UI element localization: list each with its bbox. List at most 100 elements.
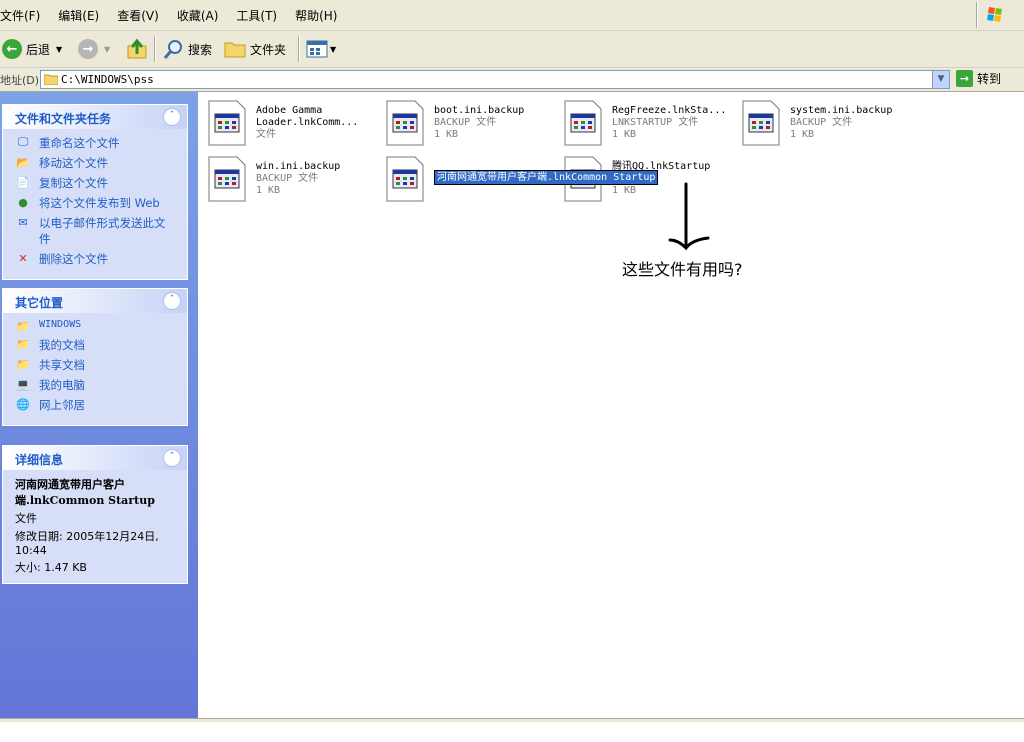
back-arrow-icon: ← <box>2 39 22 59</box>
file-list[interactable]: Adobe Gamma Loader.lnkComm... 文件 boot.ini… <box>198 92 1024 718</box>
views-button[interactable]: ▼ <box>306 37 336 61</box>
copy-icon: 📄 <box>16 175 30 189</box>
details-filename: 河南网通宽带用户客户端.lnkCommon Startup <box>15 478 155 507</box>
move-icon: 📂 <box>16 155 30 169</box>
views-icon <box>306 40 328 58</box>
toolbar-separator <box>154 36 155 62</box>
go-arrow-icon: → <box>956 70 973 87</box>
file-size: 1 KB <box>434 129 459 140</box>
forward-button[interactable]: → ▼ <box>78 37 110 61</box>
search-icon <box>163 40 182 59</box>
file-icon <box>386 156 424 202</box>
folder-icon: 📁 <box>16 319 30 333</box>
file-name: Adobe Gamma Loader.lnkComm... <box>256 105 359 128</box>
menu-favorites[interactable]: 收藏(A) <box>177 7 219 24</box>
other-places-panel: 其它位置 ˆ 📁 WINDOWS 📁 我的文档 📁 共享文档 💻 我的电脑 🌐 网上邻居 <box>2 288 188 426</box>
task-delete[interactable]: ✕ 删除这个文件 <box>15 251 177 267</box>
windows-logo-icon <box>977 2 1014 28</box>
folder-icon <box>44 74 58 85</box>
collapse-icon[interactable]: ˆ <box>163 292 181 310</box>
details-size: 大小: 1.47 KB <box>15 561 87 574</box>
folder-icon <box>224 42 246 58</box>
rename-input[interactable]: 河南网通宽带用户客户端.lnkCommon Startup <box>434 170 659 185</box>
forward-arrow-icon: → <box>78 39 98 59</box>
search-button[interactable]: 搜索 <box>162 37 212 61</box>
back-button[interactable]: ← 后退 ▼ <box>2 37 62 61</box>
address-bar: 地址(D) C:\WINDOWS\pss ▼ → 转到 <box>0 68 1024 92</box>
file-type: BACKUP 文件 <box>434 117 497 128</box>
file-item[interactable]: Adobe Gamma Loader.lnkComm... 文件 <box>198 95 368 147</box>
address-dropdown-button[interactable]: ▼ <box>932 71 949 88</box>
annotation-arrow-icon <box>668 182 710 251</box>
task-rename[interactable]: 🖵 重命名这个文件 <box>15 135 177 151</box>
collapse-icon[interactable]: ˆ <box>163 108 181 126</box>
details-panel: 详细信息 ˆ 河南网通宽带用户客户端.lnkCommon Startup 文件 … <box>2 445 188 584</box>
folders-button[interactable]: 文件夹 <box>224 37 286 61</box>
chevron-down-icon: ▼ <box>330 44 337 54</box>
file-icon <box>208 100 246 146</box>
file-name: RegFreeze.lnkSta... <box>612 105 727 116</box>
place-my-computer[interactable]: 💻 我的电脑 <box>15 377 177 393</box>
file-type: 文件 <box>256 129 276 140</box>
collapse-icon[interactable]: ˆ <box>163 449 181 467</box>
go-button[interactable]: → 转到 <box>956 70 1001 87</box>
file-type: BACKUP 文件 <box>256 173 319 184</box>
file-icon <box>564 100 602 146</box>
file-item[interactable]: boot.ini.backup BACKUP 文件 1 KB <box>376 95 546 147</box>
task-publish-web[interactable]: ● 将这个文件发布到 Web <box>15 195 177 211</box>
menu-view[interactable]: 查看(V) <box>117 7 159 24</box>
address-input[interactable]: C:\WINDOWS\pss ▼ <box>40 70 950 89</box>
task-email[interactable]: ✉ 以电子邮件形式发送此文件 <box>15 215 177 247</box>
file-icon <box>742 100 780 146</box>
task-copy[interactable]: 📄 复制这个文件 <box>15 175 177 191</box>
file-size: 1 KB <box>612 129 637 140</box>
place-shared-documents[interactable]: 📁 共享文档 <box>15 357 177 373</box>
file-name: win.ini.backup <box>256 161 341 172</box>
address-label: 地址(D) <box>0 74 40 87</box>
menu-tools[interactable]: 工具(T) <box>236 7 277 24</box>
other-places-header[interactable]: 其它位置 ˆ <box>3 289 187 313</box>
network-icon: 🌐 <box>16 397 30 411</box>
menu-edit[interactable]: 编辑(E) <box>58 7 99 24</box>
globe-icon: ● <box>18 195 28 209</box>
chevron-down-icon[interactable]: ▼ <box>56 45 62 54</box>
place-network[interactable]: 🌐 网上邻居 <box>15 397 177 413</box>
file-name: system.ini.backup <box>790 105 893 116</box>
up-folder-icon <box>127 38 147 59</box>
file-name: boot.ini.backup <box>434 105 525 116</box>
file-item[interactable]: RegFreeze.lnkSta... LNKSTARTUP 文件 1 KB <box>554 95 727 147</box>
rename-icon: 🖵 <box>17 135 29 148</box>
place-windows[interactable]: 📁 WINDOWS <box>15 319 177 333</box>
file-tasks-panel: 文件和文件夹任务 ˆ 🖵 重命名这个文件 📂 移动这个文件 📄 复制这个文件 ● 将这个… <box>2 104 188 280</box>
documents-folder-icon: 📁 <box>16 337 30 351</box>
toolbar-separator <box>298 36 299 62</box>
email-icon: ✉ <box>18 215 28 229</box>
details-type: 文件 <box>15 512 37 525</box>
file-type: LNKSTARTUP 文件 <box>612 117 699 128</box>
menu-file[interactable]: 文件(F) <box>0 7 40 24</box>
details-header[interactable]: 详细信息 ˆ <box>3 446 187 470</box>
details-modified: 修改日期: 2005年12月24日, 10:44 <box>15 530 159 557</box>
address-path: C:\WINDOWS\pss <box>61 73 154 86</box>
task-move[interactable]: 📂 移动这个文件 <box>15 155 177 171</box>
file-item[interactable]: win.ini.backup BACKUP 文件 1 KB <box>198 151 368 203</box>
file-icon <box>386 100 424 146</box>
file-icon <box>208 156 246 202</box>
menu-bar: 文件(F) 编辑(E) 查看(V) 收藏(A) 工具(T) 帮助(H) <box>0 0 1024 31</box>
toolbar: ← 后退 ▼ → ▼ 搜索 文件夹 ▼ <box>0 31 1024 68</box>
bottom-strip <box>0 722 1024 742</box>
file-type: BACKUP 文件 <box>790 117 853 128</box>
annotation-text: 这些文件有用吗? <box>622 260 743 279</box>
computer-icon: 💻 <box>16 377 30 391</box>
up-folder-button[interactable] <box>126 37 148 61</box>
menu-help[interactable]: 帮助(H) <box>295 7 337 24</box>
shared-folder-icon: 📁 <box>16 357 30 371</box>
chevron-down-icon[interactable]: ▼ <box>104 45 110 54</box>
file-item[interactable]: system.ini.backup BACKUP 文件 1 KB <box>732 95 902 147</box>
task-pane: 文件和文件夹任务 ˆ 🖵 重命名这个文件 📂 移动这个文件 📄 复制这个文件 ● 将这个… <box>0 92 198 718</box>
file-tasks-header[interactable]: 文件和文件夹任务 ˆ <box>3 105 187 129</box>
delete-icon: ✕ <box>18 251 28 265</box>
place-my-documents[interactable]: 📁 我的文档 <box>15 337 177 353</box>
file-size: 1 KB <box>790 129 815 140</box>
file-size: 1 KB <box>256 185 281 196</box>
